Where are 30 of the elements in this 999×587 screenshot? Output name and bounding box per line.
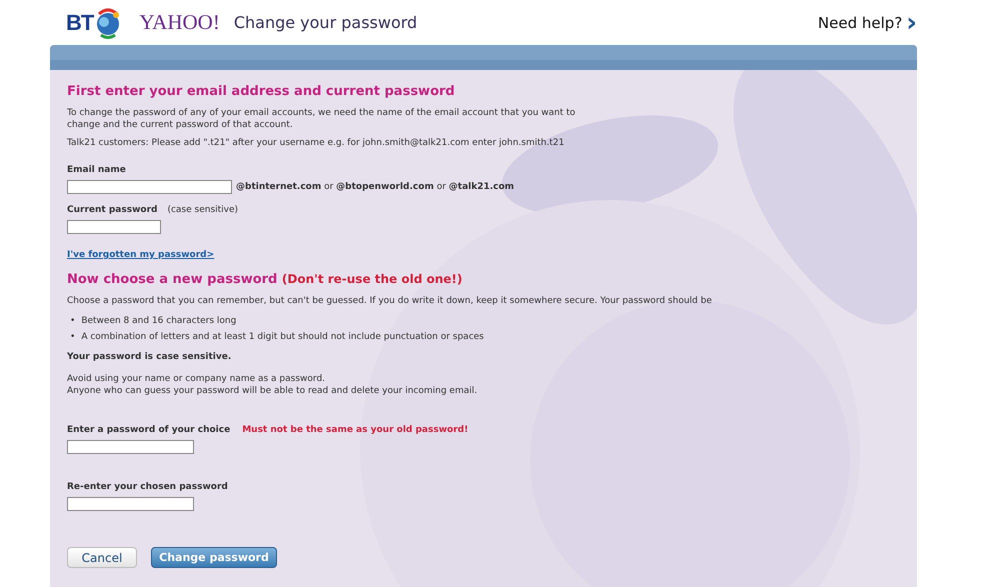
advice-text: Avoid using your name or company name as a password. — [67, 373, 326, 385]
domain-text: @btinternet.com or @btopenworld.com or @talk21.com — [236, 182, 514, 192]
warning-text: Must not be the same as your old password! — [242, 425, 468, 435]
bullet-mark: • — [70, 331, 76, 344]
globe-icon — [95, 6, 122, 40]
yahoo-logo: YAHOO! — [139, 10, 220, 35]
forgot-password-link[interactable]: I've forgotten my password> — [67, 250, 214, 260]
cancel-button[interactable]: Cancel — [67, 547, 137, 568]
confirm-password-input[interactable] — [67, 497, 194, 511]
case-note: Your password is case sensitive. — [67, 351, 232, 363]
rule-item: Between 8 and 16 characters long — [81, 315, 236, 328]
hint-text: (case sensitive) — [167, 205, 238, 215]
field-label: Email name — [67, 165, 126, 175]
rule-item: A combination of letters and at least 1 digit but should not include punctuation or spaces — [81, 331, 484, 344]
section-heading: Now choose a new password (Don't re-use the old one!) — [67, 272, 464, 287]
password-input[interactable] — [67, 220, 161, 234]
bullet-mark: • — [70, 315, 76, 328]
page-title: Change your password — [234, 13, 418, 32]
bt-logo: BT — [66, 10, 94, 36]
field-label: Enter a password of your choice — [67, 425, 230, 435]
talk21-note: Talk21 customers: Please add ".t21" after your username e.g. for john.smith@talk21.com enter john.smith.t21 — [67, 137, 566, 149]
intro-text: Choose a password that you can remember, but can't be guessed. If you do write it down, keep it somewhere secure. Your password should be — [67, 295, 713, 307]
advice-text: Anyone who can guess your password will be able to read and delete your incoming email. — [67, 385, 478, 397]
help-link[interactable]: Need help?› — [818, 10, 917, 36]
intro-text: To change the password of any of your email accounts, we need the name of the email account that you want to change and the current password of that account. — [67, 107, 576, 131]
field-label: Re-enter your chosen password — [67, 482, 228, 492]
section-heading: First enter your email address and current password — [67, 84, 456, 99]
field-label: Current password — [67, 205, 158, 215]
new-password-input[interactable] — [67, 440, 194, 454]
email-input[interactable] — [67, 180, 232, 194]
